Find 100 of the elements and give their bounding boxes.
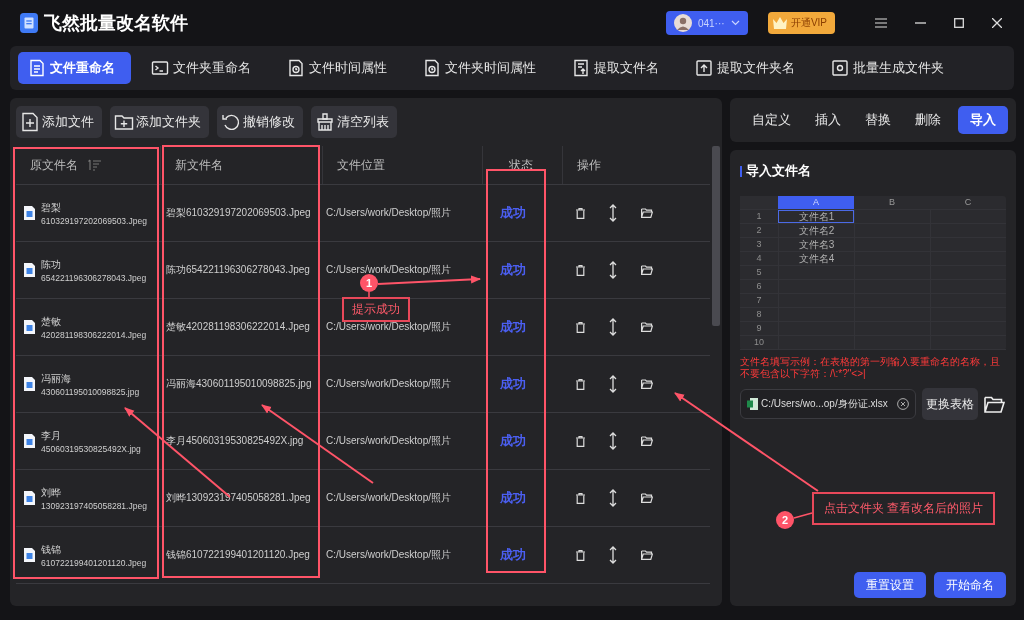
nav-tab[interactable]: 文件时间属性 — [277, 52, 397, 84]
trash-icon[interactable] — [576, 549, 585, 561]
row-number: 1 — [755, 210, 763, 223]
trash-icon[interactable] — [576, 435, 585, 447]
folder-icon[interactable] — [641, 265, 653, 275]
maximize-icon[interactable] — [954, 18, 964, 28]
trash-icon[interactable] — [576, 264, 585, 276]
new-file-name: 刘晔130923197405058281.Jpeg — [165, 491, 311, 505]
trash-icon[interactable] — [576, 321, 585, 333]
file-number: 610329197202069503.Jpeg — [41, 215, 147, 226]
status-text: 成功 — [500, 489, 526, 507]
toolbar-button[interactable]: 添加文件 — [16, 106, 102, 138]
column-letter: C — [963, 196, 973, 209]
column-header: 文件位置 — [337, 156, 385, 174]
new-file-name: 陈功654221196306278043.Jpeg — [165, 263, 310, 277]
up-down-arrow-icon[interactable] — [609, 318, 617, 336]
mode-tab[interactable]: 插入 — [803, 106, 853, 134]
close-icon[interactable] — [992, 18, 1002, 28]
up-down-arrow-icon[interactable] — [609, 489, 617, 507]
change-sheet-button[interactable]: 更换表格 — [922, 388, 978, 420]
nav-tab[interactable]: 提取文件名 — [562, 52, 669, 84]
status-text: 成功 — [500, 204, 526, 222]
up-down-arrow-icon[interactable] — [609, 375, 617, 393]
file-name: 碧梨 — [41, 200, 62, 215]
callout-label: 点击文件夹 查看改名后的照片 — [812, 492, 996, 525]
toolbar-button[interactable]: 清空列表 — [311, 106, 397, 138]
sheet-cell: 文件名3 — [778, 238, 854, 251]
file-name: 李月 — [41, 428, 62, 443]
file-plus-icon — [20, 112, 40, 132]
up-down-arrow-icon[interactable] — [609, 546, 617, 564]
folder-icon[interactable] — [641, 493, 653, 503]
file-path-field[interactable]: C:/Users/wo...op/身份证.xlsx — [740, 389, 916, 419]
scrollbar[interactable] — [712, 146, 720, 326]
image-file-icon — [24, 434, 35, 448]
broom-icon — [315, 112, 335, 132]
terminal-icon — [151, 59, 169, 77]
vip-button[interactable]: 开通VIP — [767, 12, 835, 34]
sheet-cell: 文件名1 — [778, 210, 854, 223]
file-number: 420281198306222014.Jpeg — [41, 329, 147, 340]
folder-icon[interactable] — [641, 208, 653, 218]
image-file-icon — [24, 263, 35, 277]
accent-bar — [740, 165, 742, 177]
file-location: C:/Users/work/Desktop/照片 — [325, 377, 452, 391]
nav-tab[interactable]: 文件夹重命名 — [141, 52, 261, 84]
row-number: 9 — [755, 322, 763, 335]
up-down-arrow-icon[interactable] — [609, 261, 617, 279]
image-file-icon — [24, 320, 35, 334]
up-down-arrow-icon[interactable] — [609, 432, 617, 450]
mode-tab[interactable]: 导入 — [958, 106, 1008, 134]
leader-line — [793, 512, 813, 519]
folder-icon[interactable] — [641, 550, 653, 560]
folder-icon[interactable] — [641, 436, 653, 446]
row-number: 8 — [755, 308, 763, 321]
file-name: 冯丽海 — [41, 371, 72, 386]
new-file-name: 李月45060319530825492X.jpg — [165, 434, 304, 448]
new-file-name: 钱锦610722199401201120.Jpeg — [165, 548, 310, 562]
spreadsheet-file-icon — [747, 398, 758, 410]
account-button[interactable]: 041··· — [665, 11, 748, 35]
clear-icon[interactable] — [897, 398, 909, 410]
folder-icon[interactable] — [984, 395, 1005, 413]
trash-icon[interactable] — [576, 492, 585, 504]
mode-tab[interactable]: 自定义 — [740, 106, 803, 134]
column-header: 新文件名 — [175, 156, 223, 174]
status-text: 成功 — [500, 375, 526, 393]
file-number: 610722199401201120.Jpeg — [41, 557, 147, 568]
nav-tab[interactable]: 提取文件夹名 — [685, 52, 805, 84]
status-text: 成功 — [500, 546, 526, 564]
file-name: 刘晔 — [41, 485, 62, 500]
avatar-icon — [673, 14, 692, 32]
menu-icon[interactable] — [875, 18, 887, 28]
new-file-name: 冯丽海430601195010098825.jpg — [165, 377, 312, 391]
up-down-arrow-icon[interactable] — [609, 204, 617, 222]
file-location: C:/Users/work/Desktop/照片 — [325, 206, 452, 220]
toolbar-button[interactable]: 撤销修改 — [217, 106, 303, 138]
nav-tab[interactable]: 批量生成文件夹 — [821, 52, 954, 84]
action-button[interactable]: 开始命名 — [934, 572, 1006, 598]
status-text: 成功 — [500, 432, 526, 450]
undo-icon — [221, 112, 241, 132]
mode-tab[interactable]: 删除 — [903, 106, 953, 134]
row-number: 6 — [755, 280, 763, 293]
upload-icon — [695, 59, 713, 77]
file-name: 钱锦 — [41, 542, 62, 557]
column-header: 操作 — [577, 156, 601, 174]
trash-icon[interactable] — [576, 207, 585, 219]
folder-icon[interactable] — [641, 379, 653, 389]
image-file-icon — [24, 548, 35, 562]
toolbar-button[interactable]: 添加文件夹 — [110, 106, 209, 138]
action-button[interactable]: 重置设置 — [854, 572, 926, 598]
trash-icon[interactable] — [576, 378, 585, 390]
clock-document-icon — [287, 59, 305, 77]
callout-label: 提示成功 — [342, 297, 410, 322]
folder-icon[interactable] — [641, 322, 653, 332]
row-number: 4 — [755, 252, 763, 265]
mode-tab[interactable]: 替换 — [853, 106, 903, 134]
new-file-name: 碧梨610329197202069503.Jpeg — [165, 206, 311, 220]
nav-tab[interactable]: 文件重命名 — [18, 52, 131, 84]
nav-tab[interactable]: 文件夹时间属性 — [413, 52, 546, 84]
file-name: 楚敏 — [41, 314, 62, 329]
app-title: 飞然批量改名软件 — [44, 12, 188, 35]
file-number: 130923197405058281.Jpeg — [41, 500, 147, 511]
